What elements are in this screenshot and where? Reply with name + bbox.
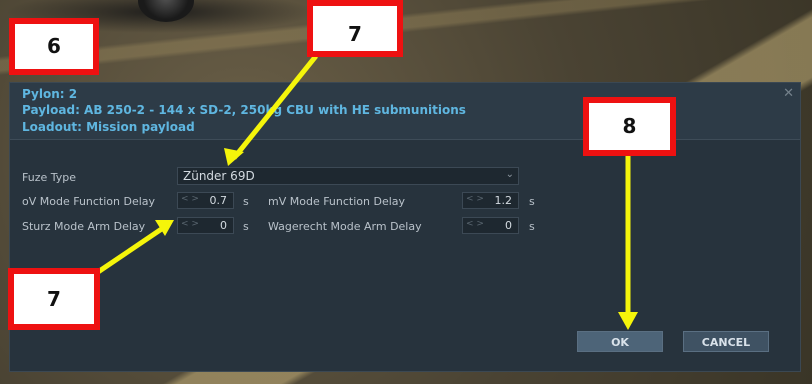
callout-6: 6 <box>9 18 99 75</box>
callout-7-top: 7 <box>307 0 403 57</box>
callout-8: 8 <box>583 97 676 156</box>
callout-7-bottom: 7 <box>8 268 100 330</box>
arrowhead-8 <box>618 312 638 330</box>
arrow-7-bottom <box>96 223 168 275</box>
arrow-7-top <box>232 54 318 160</box>
annotation-arrows <box>96 54 638 330</box>
